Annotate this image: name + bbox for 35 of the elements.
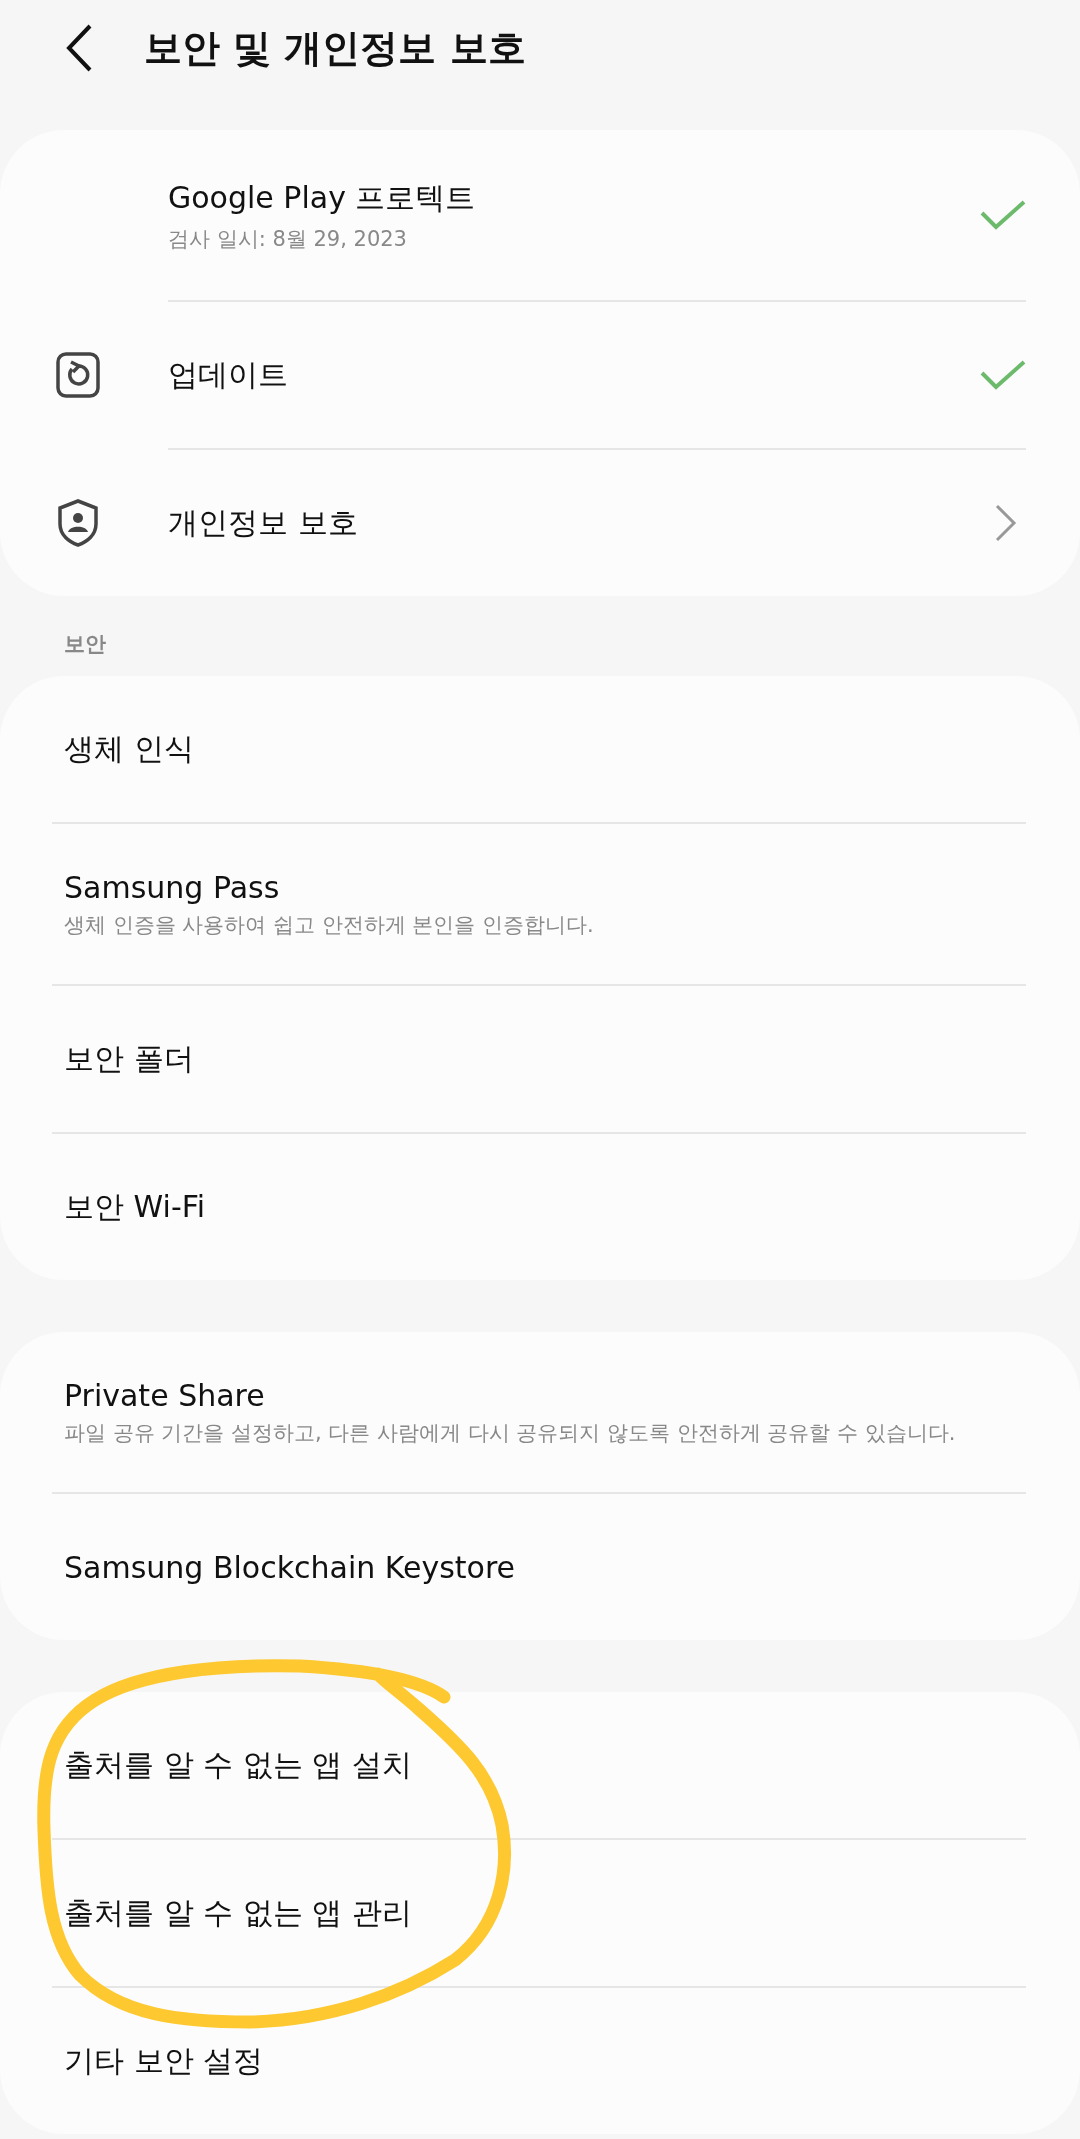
settings-item[interactable]: 출처를 알 수 없는 앱 관리 — [0, 1840, 1080, 1986]
item-title: 보안 폴더 — [64, 1039, 195, 1078]
item-title: Google Play 프로텍트 — [168, 178, 477, 217]
settings-item[interactable]: 생체 인식 — [0, 676, 1080, 822]
settings-item[interactable]: 보안 폴더 — [0, 986, 1080, 1132]
section-label: 보안 — [63, 631, 107, 658]
item-subtitle: 파일 공유 기간을 설정하고, 다른 사람에게 다시 공유되지 않도록 안전하게 공유할 수 있습니다. — [64, 1419, 957, 1447]
settings-item[interactable]: Samsung Blockchain Keystore — [0, 1494, 1080, 1640]
item-title: 출처를 알 수 없는 앱 관리 — [64, 1893, 413, 1932]
item-subtitle: 생체 인증을 사용하여 쉽고 안전하게 본인을 인증합니다. — [64, 911, 595, 939]
settings-item[interactable]: 개인정보 보호 — [0, 450, 1080, 596]
item-title: 업데이트 — [168, 355, 289, 394]
settings-item[interactable]: Google Play 프로텍트 검사 일시: 8월 29, 2023 — [0, 130, 1080, 300]
item-title: 생체 인식 — [64, 729, 195, 768]
item-title: Samsung Pass — [64, 869, 281, 905]
checkmark-icon — [980, 199, 1026, 231]
item-title: 개인정보 보호 — [168, 503, 359, 542]
settings-item[interactable]: Private Share 파일 공유 기간을 설정하고, 다른 사람에게 다시 공유되지 않도록 안전하게 공유할 수 있습니다. — [0, 1332, 1080, 1492]
shield-person-icon — [56, 498, 100, 548]
page-title: 보안 및 개인정보 보호 — [144, 24, 526, 72]
item-title: 출처를 알 수 없는 앱 설치 — [64, 1745, 413, 1784]
settings-item[interactable]: 출처를 알 수 없는 앱 설치 — [0, 1692, 1080, 1838]
settings-item[interactable]: 보안 Wi-Fi — [0, 1134, 1080, 1280]
settings-item[interactable]: Samsung Pass 생체 인증을 사용하여 쉽고 안전하게 본인을 인증합니다. — [0, 824, 1080, 984]
checkmark-icon — [980, 359, 1026, 391]
settings-item[interactable]: 업데이트 — [0, 302, 1080, 448]
item-subtitle: 검사 일시: 8월 29, 2023 — [168, 225, 408, 253]
item-title: 보안 Wi-Fi — [64, 1187, 207, 1226]
item-title: Private Share — [64, 1377, 266, 1413]
settings-item[interactable]: 기타 보안 설정 — [0, 1988, 1080, 2134]
item-title: 기타 보안 설정 — [64, 2041, 265, 2080]
update-icon — [56, 352, 100, 398]
back-icon[interactable] — [64, 23, 94, 73]
item-title: Samsung Blockchain Keystore — [64, 1549, 517, 1585]
chevron-right-icon — [994, 503, 1018, 543]
